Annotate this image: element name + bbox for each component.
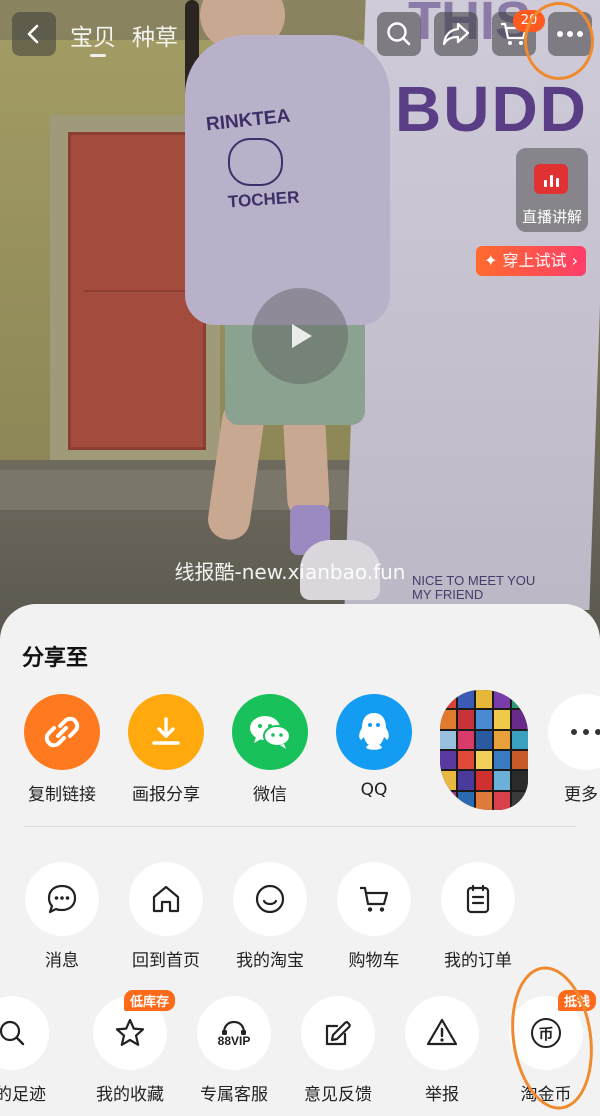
service-footprint[interactable]: 我的足迹 (0, 996, 62, 1105)
more-dots-icon (548, 694, 600, 770)
messages-label: 消息 (45, 951, 79, 971)
door-panel-line (84, 290, 190, 292)
wechat-icon (232, 694, 308, 770)
service-cart[interactable]: 购物车 (324, 862, 424, 971)
share-qq[interactable]: QQ (324, 694, 424, 800)
edit-icon (301, 996, 375, 1070)
low-stock-badge: 低库存 (124, 990, 176, 1011)
feedback-label: 意见反馈 (304, 1085, 372, 1105)
live-chart-icon (534, 164, 568, 194)
play-icon (292, 324, 312, 348)
service-my-taobao[interactable]: 我的淘宝 (220, 862, 320, 971)
footprint-label: 我的足迹 (0, 1085, 46, 1105)
sign-text: BUDD (395, 73, 588, 145)
step (0, 470, 390, 510)
product-image[interactable]: THIS BUDD NICE TO MEET YOU MY FRIEND RIN… (0, 0, 600, 640)
customer-support-label: 专属客服 (200, 1085, 268, 1105)
annotation-circle-more (524, 2, 594, 80)
cart-icon (337, 862, 411, 936)
download-icon (128, 694, 204, 770)
tab-product[interactable]: 宝贝 (70, 18, 116, 52)
headset-88vip-icon: 88VIP (197, 996, 271, 1070)
orders-label: 我的订单 (444, 951, 512, 971)
share-sheet: 分享至 复制链接 画报分享 微信 QQ 更多 消息 回到首页 我的淘宝 购物车 … (0, 604, 600, 1116)
sign-small-line2: MY FRIEND (412, 587, 484, 602)
home-label: 回到首页 (132, 951, 200, 971)
share-wechat[interactable]: 微信 (220, 694, 320, 805)
service-favorites[interactable]: 低库存 我的收藏 (80, 990, 180, 1105)
service-messages[interactable]: 消息 (12, 862, 112, 971)
search-icon (387, 22, 411, 46)
warning-icon (405, 996, 479, 1070)
share-copy-link[interactable]: 复制链接 (12, 694, 112, 805)
vip-text: 88VIP (217, 1033, 251, 1048)
share-arrow-icon (442, 22, 470, 46)
model-sweater (185, 35, 390, 325)
chat-bubble-icon (25, 862, 99, 936)
watermark: 线报酷-new.xianbao.fun (174, 560, 406, 584)
live-explain-label: 直播讲解 (521, 208, 582, 226)
share-sheet-title: 分享至 (22, 646, 89, 671)
service-customer-support[interactable]: 88VIP 专属客服 (184, 996, 284, 1105)
qq-label: QQ (360, 780, 388, 800)
share-more[interactable]: 更多 (536, 694, 600, 805)
service-report[interactable]: 举报 (392, 996, 492, 1105)
cart-label: 购物车 (348, 951, 400, 971)
report-label: 举报 (425, 1085, 459, 1105)
active-tab-indicator (90, 54, 106, 57)
home-icon (129, 862, 203, 936)
more-label: 更多 (564, 785, 598, 805)
share-poster[interactable]: 画报分享 (116, 694, 216, 805)
link-icon (24, 694, 100, 770)
service-orders[interactable]: 我的订单 (428, 862, 528, 971)
qq-icon (336, 694, 412, 770)
search-button[interactable] (377, 12, 421, 56)
clipboard-icon (441, 862, 515, 936)
my-taobao-label: 我的淘宝 (236, 951, 304, 971)
obscured-app-icon[interactable] (440, 690, 528, 810)
service-feedback[interactable]: 意见反馈 (288, 996, 388, 1105)
divider (24, 826, 576, 827)
tab-recommend[interactable]: 种草 (132, 18, 178, 52)
copy-link-label: 复制链接 (28, 785, 96, 805)
try-on-button[interactable]: ✦ 穿上试试 › (476, 246, 586, 276)
footprint-search-icon (0, 996, 49, 1070)
back-button[interactable] (12, 12, 56, 56)
share-button[interactable] (434, 12, 478, 56)
poster-share-label: 画报分享 (132, 785, 200, 805)
favorites-label: 我的收藏 (96, 1085, 164, 1105)
service-home[interactable]: 回到首页 (116, 862, 216, 971)
wechat-label: 微信 (253, 785, 287, 805)
chevron-left-icon (27, 24, 39, 44)
sweater-graphic (228, 138, 283, 186)
smile-icon (233, 862, 307, 936)
